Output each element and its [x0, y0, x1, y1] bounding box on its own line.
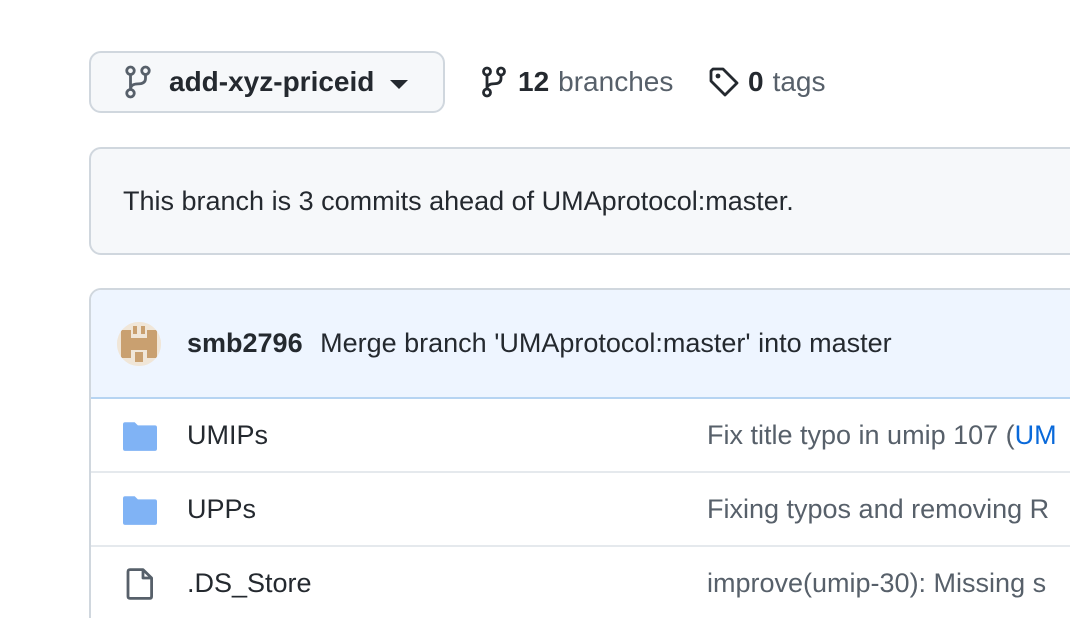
- file-row[interactable]: UPPs Fixing typos and removing R: [91, 473, 1070, 547]
- commit-ref-link[interactable]: UM: [1015, 420, 1057, 450]
- file-row[interactable]: .DS_Store improve(umip-30): Missing s: [91, 547, 1070, 618]
- file-row[interactable]: UMIPs Fix title typo in umip 107 (UM: [91, 399, 1070, 473]
- tags-label: tags: [772, 66, 826, 97]
- latest-commit-bar: smb2796 Merge branch 'UMAprotocol:master…: [91, 290, 1070, 399]
- branch-ahead-notice: This branch is 3 commits ahead of UMApro…: [89, 147, 1070, 255]
- file-commit-text: improve(umip-30): Missing s: [707, 567, 1047, 598]
- folder-icon: [123, 496, 157, 525]
- file-commit-text: Fix title typo in umip 107 (: [707, 419, 1015, 450]
- file-commit-message[interactable]: improve(umip-30): Missing s: [707, 568, 1046, 599]
- file-name[interactable]: UMIPs: [187, 420, 268, 451]
- repo-file-browser: add-xyz-priceid 12 branches 0 tags This …: [0, 0, 1070, 618]
- git-branch-icon: [125, 65, 151, 99]
- tags-count: 0: [748, 66, 764, 97]
- file-commit-message[interactable]: Fix title typo in umip 107 (UM: [707, 420, 1057, 451]
- branches-link[interactable]: 12 branches: [480, 62, 673, 102]
- commit-author[interactable]: smb2796: [187, 328, 303, 358]
- tag-icon: [709, 67, 739, 97]
- file-name[interactable]: UPPs: [187, 494, 256, 525]
- branches-count: 12: [518, 66, 550, 97]
- file-name[interactable]: .DS_Store: [187, 568, 312, 599]
- latest-commit-text: smb2796 Merge branch 'UMAprotocol:master…: [187, 328, 892, 359]
- file-commit-message[interactable]: Fixing typos and removing R: [707, 494, 1049, 525]
- avatar[interactable]: [117, 321, 161, 366]
- file-list: smb2796 Merge branch 'UMAprotocol:master…: [89, 288, 1070, 618]
- branch-select-button[interactable]: add-xyz-priceid: [89, 51, 445, 113]
- tags-link[interactable]: 0 tags: [708, 62, 826, 102]
- folder-icon: [123, 422, 157, 451]
- file-icon: [126, 568, 153, 600]
- chevron-down-icon: [390, 79, 409, 89]
- identicon-icon: [117, 321, 161, 366]
- commit-message[interactable]: Merge branch 'UMAprotocol:master' into m…: [320, 328, 892, 358]
- branch-name: add-xyz-priceid: [169, 66, 375, 97]
- file-commit-text: Fixing typos and removing R: [707, 493, 1050, 524]
- ahead-notice-text: This branch is 3 commits ahead of UMApro…: [123, 185, 794, 216]
- branches-label: branches: [558, 66, 674, 97]
- git-branch-icon: [482, 66, 506, 98]
